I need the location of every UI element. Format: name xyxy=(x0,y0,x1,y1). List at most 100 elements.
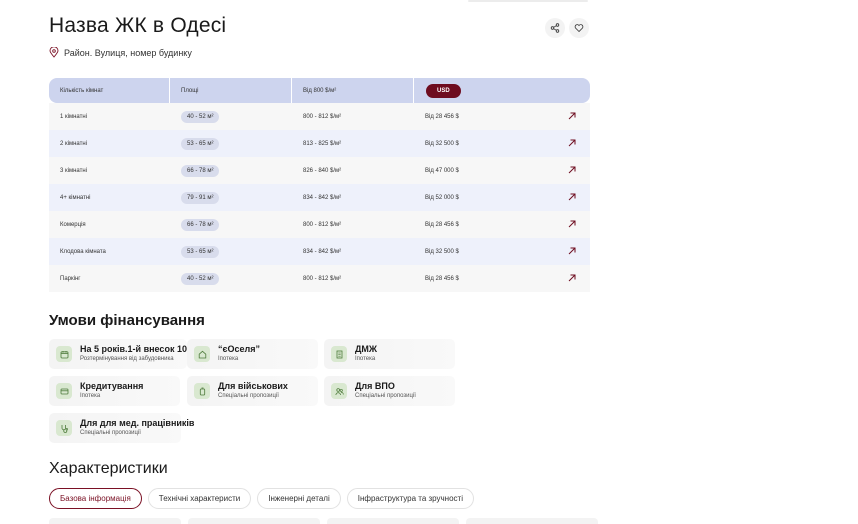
table-header: Кількість кімнат Площі Від 800 $/м² USD xyxy=(49,78,590,103)
area-pill: 66 - 78 м² xyxy=(181,218,220,231)
financing-card-subtitle: Іпотека xyxy=(80,393,101,399)
arrow-up-right-icon[interactable] xyxy=(568,112,576,122)
cell-rooms: 4+ кімнатні xyxy=(60,194,91,201)
financing-title: Умови фінансування xyxy=(49,312,205,329)
cell-area: 40 - 52 м² xyxy=(170,103,292,130)
cell-price-per-meter: 800 - 812 $/м² xyxy=(303,275,342,282)
cell-price-per-meter: 834 - 842 $/м² xyxy=(303,194,342,201)
characteristics-tabs: Базова інформація Технічні характеристи … xyxy=(49,488,474,509)
cell-rooms: Клодова кімната xyxy=(60,248,106,255)
tab-engineering[interactable]: Інженерні деталі xyxy=(257,488,341,509)
cell-price: Від 32 500 $ xyxy=(414,238,590,265)
financing-card-subtitle: Розтермінування від забудовника xyxy=(80,356,174,362)
building-icon xyxy=(331,346,347,362)
financing-card-title: Для ВПО xyxy=(355,381,395,391)
price-text: Від 52 000 $ xyxy=(425,194,459,201)
table-row[interactable]: 2 кімнатні 53 - 65 м² 813 - 825 $/м² Від 32… xyxy=(49,130,590,157)
area-pill: 66 - 78 м² xyxy=(181,164,220,177)
page-title: Назва ЖК в Одесі xyxy=(49,14,227,37)
arrow-up-right-icon[interactable] xyxy=(568,247,576,257)
financing-card-dmzh[interactable]: ДМЖ Іпотека xyxy=(324,339,455,369)
cell-rooms: Паркінг xyxy=(60,275,81,282)
cell-area: 66 - 78 м² xyxy=(170,211,292,238)
financing-card-title: “єОселя” xyxy=(218,344,260,354)
cell-area: 53 - 65 м² xyxy=(170,238,292,265)
arrow-up-right-icon[interactable] xyxy=(568,220,576,230)
financing-card-yeoselya[interactable]: “єОселя” Іпотека xyxy=(187,339,318,369)
price-text: Від 32 500 $ xyxy=(425,248,459,255)
table-row[interactable]: Клодова кімната 53 - 65 м² 834 - 842 $/м² В… xyxy=(49,238,590,265)
info-card-edge xyxy=(466,518,598,524)
cell-price-per-meter: 813 - 825 $/м² xyxy=(303,140,342,147)
favorite-button[interactable] xyxy=(569,18,589,38)
price-text: Від 28 456 $ xyxy=(425,221,459,228)
tab-technical[interactable]: Технічні характеристи xyxy=(147,488,252,509)
financing-card-idp[interactable]: Для ВПО Спеціальні пропозиції xyxy=(324,376,455,406)
table-row[interactable]: 3 кімнатні 66 - 78 м² 826 - 840 $/м² Від 47… xyxy=(49,157,590,184)
area-pill: 40 - 52 м² xyxy=(181,272,220,285)
cell-rooms: 3 кімнатні xyxy=(60,167,87,174)
cell-price-per-meter: 834 - 842 $/м² xyxy=(303,248,342,255)
arrow-up-right-icon[interactable] xyxy=(568,166,576,176)
area-pill: 40 - 52 м² xyxy=(181,110,220,123)
financing-card-installment[interactable]: На 5 років.1-й внесок 10% Розтермінуванн… xyxy=(49,339,195,369)
arrow-up-right-icon[interactable] xyxy=(568,274,576,284)
financing-card-military[interactable]: Для військових Спеціальні пропозиції xyxy=(187,376,318,406)
area-pill: 79 - 91 м² xyxy=(181,191,220,204)
price-text: Від 47 000 $ xyxy=(425,167,459,174)
cell-price: Від 32 500 $ xyxy=(414,130,590,157)
info-card-edge xyxy=(49,518,181,524)
cell-area: 79 - 91 м² xyxy=(170,184,292,211)
cell-price: Від 28 456 $ xyxy=(414,265,590,292)
share-icon xyxy=(550,23,560,33)
characteristics-title: Характеристики xyxy=(49,460,168,477)
financing-card-medical[interactable]: Для для мед. працівників Спеціальні проп… xyxy=(49,413,194,443)
financing-card-title: Для для мед. працівників xyxy=(80,418,195,428)
tab-basic-info[interactable]: Базова інформація xyxy=(49,488,142,509)
table-body: 1 кімнатні 40 - 52 м² 800 - 812 $/м² Від 28… xyxy=(49,103,590,292)
area-pill: 53 - 65 м² xyxy=(181,137,220,150)
financing-card-title: ДМЖ xyxy=(355,344,378,354)
financing-card-subtitle: Спеціальні пропозиції xyxy=(355,393,416,399)
financing-card-credit[interactable]: Кредитування Іпотека xyxy=(49,376,180,406)
calendar-icon xyxy=(56,346,72,362)
financing-card-subtitle: Спеціальні пропозиції xyxy=(80,430,141,436)
credit-card-icon xyxy=(56,383,72,399)
financing-card-subtitle: Спеціальні пропозиції xyxy=(218,393,279,399)
column-header-currency: USD xyxy=(414,78,590,103)
cell-rooms: 2 кімнатні xyxy=(60,140,87,147)
address-text: Район. Вулиця, номер будинку xyxy=(64,47,192,58)
table-row[interactable]: 4+ кімнатні 79 - 91 м² 834 - 842 $/м² Від 5… xyxy=(49,184,590,211)
tab-infrastructure[interactable]: Інфраструктура та зручності xyxy=(346,488,474,509)
table-row[interactable]: Комерція 66 - 78 м² 800 - 812 $/м² Від 28 4… xyxy=(49,211,590,238)
arrow-up-right-icon[interactable] xyxy=(568,193,576,203)
financing-card-title: На 5 років.1-й внесок 10% xyxy=(80,344,195,354)
arrow-up-right-icon[interactable] xyxy=(568,139,576,149)
price-text: Від 32 500 $ xyxy=(425,140,459,147)
address: Район. Вулиця, номер будинку xyxy=(49,47,192,58)
info-card-edge xyxy=(188,518,320,524)
cell-area: 40 - 52 м² xyxy=(170,265,292,292)
area-pill: 53 - 65 м² xyxy=(181,245,220,258)
cell-price-per-meter: 800 - 812 $/м² xyxy=(303,113,342,120)
column-header-area: Площі xyxy=(170,78,292,103)
cell-price: Від 28 456 $ xyxy=(414,103,590,130)
cell-price: Від 28 456 $ xyxy=(414,211,590,238)
cell-rooms: Комерція xyxy=(60,221,86,228)
heart-icon xyxy=(574,24,584,33)
cell-rooms: 1 кімнатні xyxy=(60,113,87,120)
top-divider xyxy=(468,0,588,2)
table-row[interactable]: 1 кімнатні 40 - 52 м² 800 - 812 $/м² Від 28… xyxy=(49,103,590,130)
cell-price: Від 52 000 $ xyxy=(414,184,590,211)
stethoscope-icon xyxy=(56,420,72,436)
cell-area: 66 - 78 м² xyxy=(170,157,292,184)
people-icon xyxy=(331,383,347,399)
info-card-edge xyxy=(327,518,459,524)
cell-price-per-meter: 800 - 812 $/м² xyxy=(303,221,342,228)
currency-toggle-button[interactable]: USD xyxy=(426,83,461,98)
financing-card-title: Кредитування xyxy=(80,381,144,391)
price-text: Від 28 456 $ xyxy=(425,275,459,282)
cell-price: Від 47 000 $ xyxy=(414,157,590,184)
table-row[interactable]: Паркінг 40 - 52 м² 800 - 812 $/м² Від 28 45… xyxy=(49,265,590,292)
share-button[interactable] xyxy=(545,18,565,38)
